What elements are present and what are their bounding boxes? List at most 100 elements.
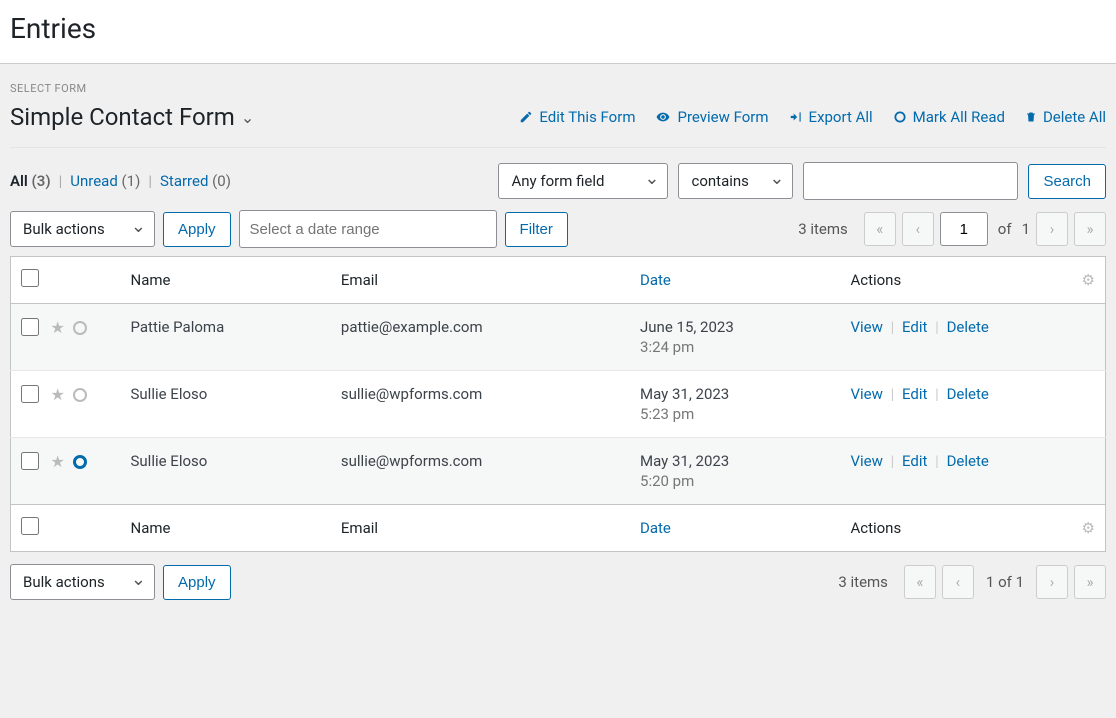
chevron-down-icon: ⌄ xyxy=(241,108,254,127)
row-checkbox[interactable] xyxy=(21,452,39,470)
prev-page-button-footer[interactable]: ‹ xyxy=(942,565,974,599)
tab-all-label: All xyxy=(10,172,28,190)
form-selector[interactable]: Simple Contact Form ⌄ xyxy=(10,103,254,131)
mark-all-read-label: Mark All Read xyxy=(913,108,1005,126)
double-left-icon: « xyxy=(916,573,923,591)
search-input[interactable] xyxy=(803,162,1018,200)
circle-icon xyxy=(893,110,907,124)
column-footer-name[interactable]: Name xyxy=(121,505,331,552)
column-header-actions: Actions xyxy=(840,257,1071,304)
bulk-actions-select-footer[interactable]: Bulk actions xyxy=(10,564,155,600)
column-footer-email[interactable]: Email xyxy=(331,505,630,552)
next-page-button-footer[interactable]: › xyxy=(1036,565,1068,599)
double-right-icon: » xyxy=(1086,573,1093,591)
tab-unread[interactable]: Unread (1) xyxy=(70,172,140,190)
first-page-button[interactable]: « xyxy=(864,212,896,246)
preview-form-link[interactable]: Preview Form xyxy=(655,108,768,126)
page-number-input[interactable] xyxy=(940,212,988,246)
view-link[interactable]: View xyxy=(850,318,882,336)
cell-name: Pattie Paloma xyxy=(121,304,331,371)
column-header-name[interactable]: Name xyxy=(121,257,331,304)
select-all-checkbox-footer[interactable] xyxy=(21,517,39,535)
tab-starred[interactable]: Starred (0) xyxy=(160,172,231,190)
mark-all-read-link[interactable]: Mark All Read xyxy=(893,108,1005,126)
apply-button-footer[interactable]: Apply xyxy=(163,565,231,600)
form-name-text: Simple Contact Form xyxy=(10,103,235,131)
gear-icon[interactable]: ⚙ xyxy=(1082,519,1095,537)
prev-page-button[interactable]: ‹ xyxy=(902,212,934,246)
bulk-actions-value: Bulk actions xyxy=(23,220,105,238)
preview-form-label: Preview Form xyxy=(677,108,768,126)
edit-link[interactable]: Edit xyxy=(902,452,927,470)
field-select[interactable]: Any form field xyxy=(498,163,668,199)
of-label: of xyxy=(998,220,1012,238)
operator-select[interactable]: contains xyxy=(678,163,793,199)
items-count-text-footer: 3 items xyxy=(838,573,888,591)
view-link[interactable]: View xyxy=(850,452,882,470)
tab-unread-count: (1) xyxy=(122,172,141,190)
filter-button[interactable]: Filter xyxy=(505,212,568,247)
delete-link[interactable]: Delete xyxy=(947,385,989,403)
column-footer-date[interactable]: Date xyxy=(630,505,840,552)
next-page-button[interactable]: › xyxy=(1036,212,1068,246)
first-page-button-footer[interactable]: « xyxy=(904,565,936,599)
cell-email: sullie@wpforms.com xyxy=(331,371,630,438)
star-icon[interactable]: ★ xyxy=(51,318,65,337)
eye-icon xyxy=(655,110,671,124)
gear-icon[interactable]: ⚙ xyxy=(1082,271,1095,289)
star-icon[interactable]: ★ xyxy=(51,385,65,404)
column-header-email[interactable]: Email xyxy=(331,257,630,304)
read-indicator[interactable] xyxy=(73,321,87,335)
export-icon xyxy=(789,110,803,124)
tab-all-count: (3) xyxy=(32,172,51,190)
row-checkbox[interactable] xyxy=(21,385,39,403)
edit-form-label: Edit This Form xyxy=(539,108,635,126)
select-all-checkbox[interactable] xyxy=(21,269,39,287)
edit-link[interactable]: Edit xyxy=(902,385,927,403)
chevron-left-icon: ‹ xyxy=(916,220,921,238)
cell-name: Sullie Eloso xyxy=(121,438,331,505)
read-indicator[interactable] xyxy=(73,388,87,402)
chevron-right-icon: › xyxy=(1050,573,1055,591)
page-title: Entries xyxy=(10,12,1106,45)
column-header-date[interactable]: Date xyxy=(630,257,840,304)
tab-separator: | xyxy=(59,172,63,190)
export-all-link[interactable]: Export All xyxy=(789,108,873,126)
tab-all[interactable]: All (3) xyxy=(10,172,51,190)
chevron-left-icon: ‹ xyxy=(956,573,961,591)
select-form-label: SELECT FORM xyxy=(10,82,1106,95)
pencil-icon xyxy=(519,110,533,124)
cell-date: June 15, 20233:24 pm xyxy=(630,304,840,371)
edit-form-link[interactable]: Edit This Form xyxy=(519,108,635,126)
export-all-label: Export All xyxy=(809,108,873,126)
read-indicator[interactable] xyxy=(73,455,87,469)
view-link[interactable]: View xyxy=(850,385,882,403)
column-footer-actions: Actions xyxy=(840,505,1071,552)
bulk-actions-value: Bulk actions xyxy=(23,573,105,591)
delete-link[interactable]: Delete xyxy=(947,452,989,470)
delete-all-link[interactable]: Delete All xyxy=(1025,108,1106,126)
table-row: ★ Sullie Eloso sullie@wpforms.com May 31… xyxy=(11,371,1106,438)
last-page-button[interactable]: » xyxy=(1074,212,1106,246)
double-left-icon: « xyxy=(876,220,883,238)
apply-button[interactable]: Apply xyxy=(163,212,231,247)
tab-starred-count: (0) xyxy=(212,172,231,190)
double-right-icon: » xyxy=(1086,220,1093,238)
date-range-input[interactable] xyxy=(239,210,497,248)
delete-link[interactable]: Delete xyxy=(947,318,989,336)
bulk-actions-select[interactable]: Bulk actions xyxy=(10,211,155,247)
cell-name: Sullie Eloso xyxy=(121,371,331,438)
edit-link[interactable]: Edit xyxy=(902,318,927,336)
trash-icon xyxy=(1025,110,1037,124)
cell-email: pattie@example.com xyxy=(331,304,630,371)
tab-starred-label: Starred xyxy=(160,172,208,190)
total-pages: 1 xyxy=(1022,220,1030,238)
chevron-right-icon: › xyxy=(1050,220,1055,238)
last-page-button-footer[interactable]: » xyxy=(1074,565,1106,599)
star-icon[interactable]: ★ xyxy=(51,452,65,471)
tab-unread-label: Unread xyxy=(70,172,118,190)
search-button[interactable]: Search xyxy=(1028,164,1106,199)
operator-select-value: contains xyxy=(691,172,748,190)
row-checkbox[interactable] xyxy=(21,318,39,336)
table-row: ★ Sullie Eloso sullie@wpforms.com May 31… xyxy=(11,438,1106,505)
